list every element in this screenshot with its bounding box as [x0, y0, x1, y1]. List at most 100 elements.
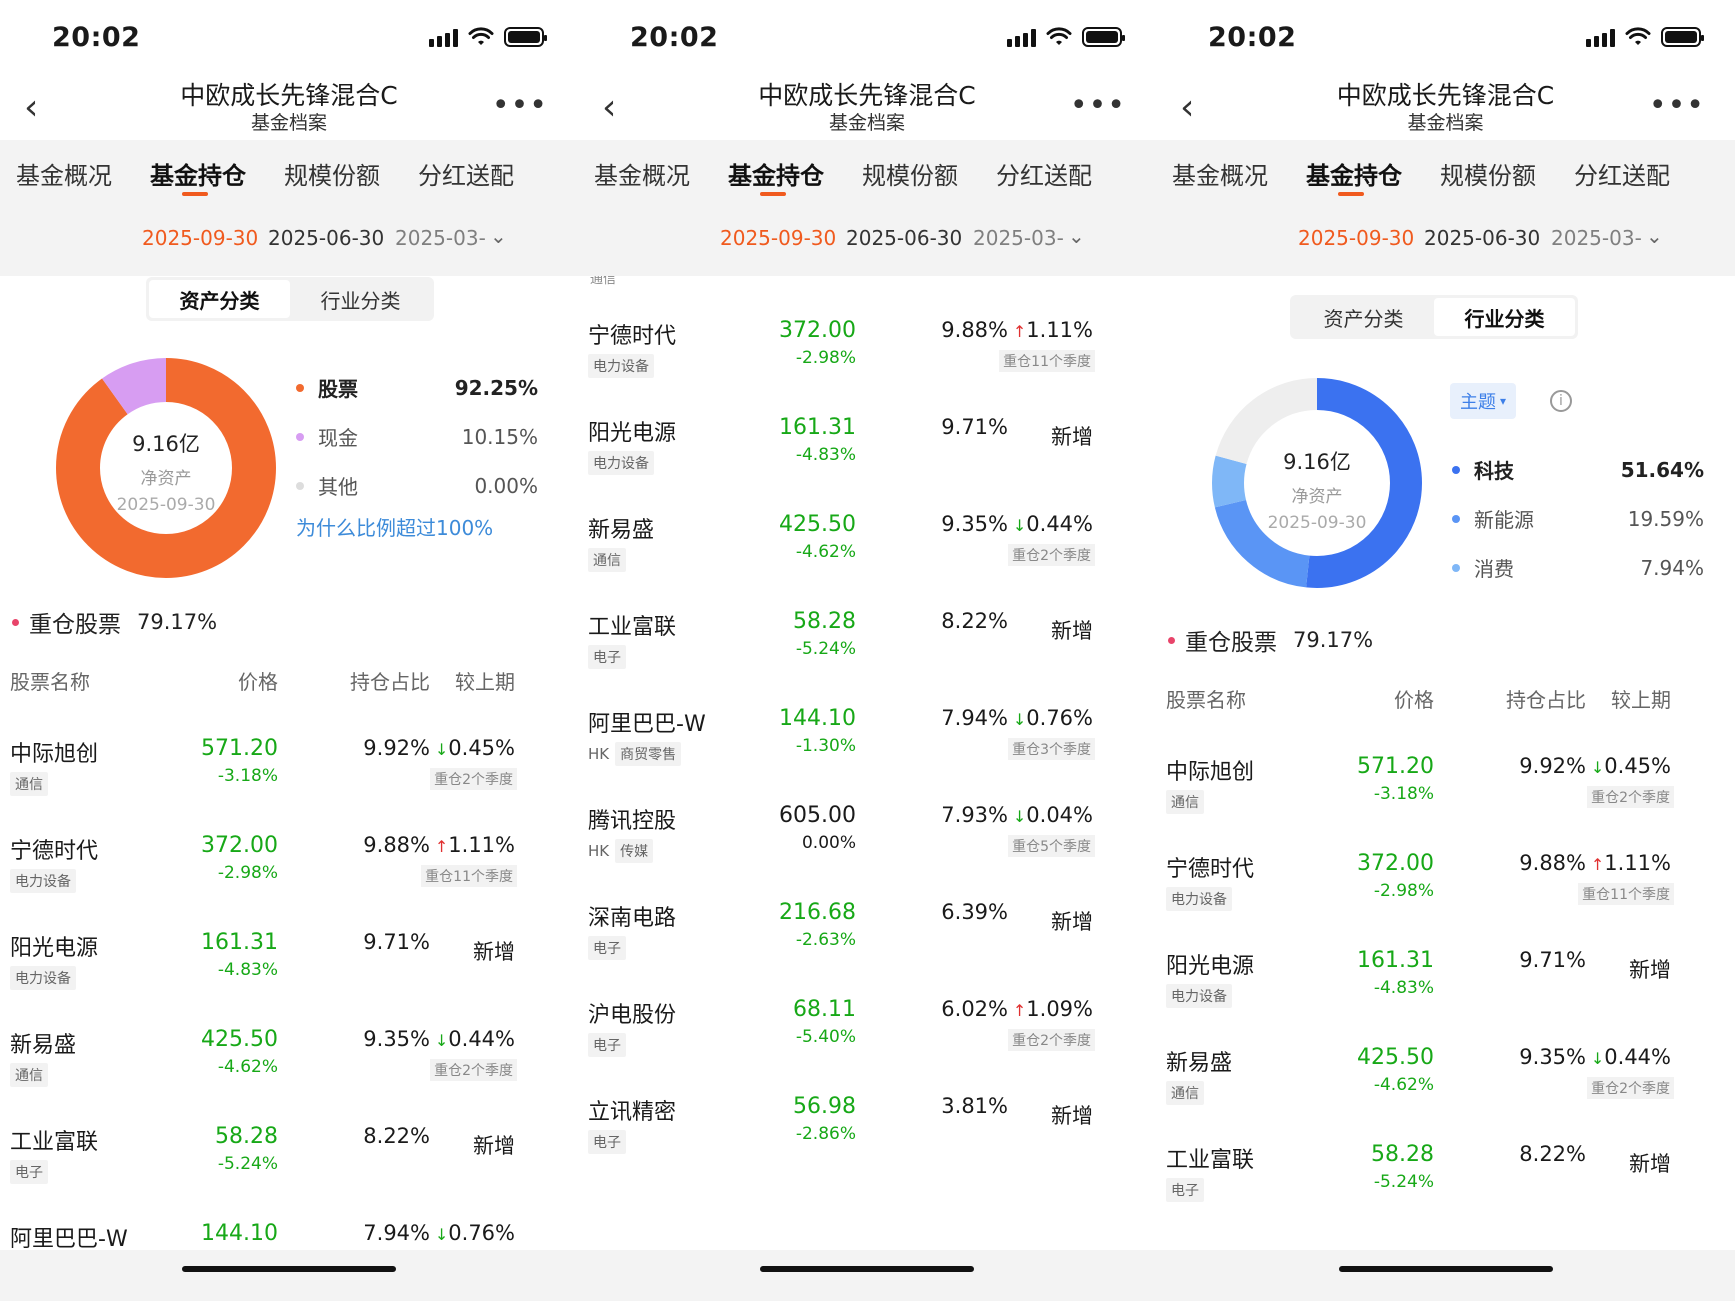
industry-tag: 电子 [1166, 1178, 1204, 1202]
why-over-100-link[interactable]: 为什么比例超过100% [296, 512, 493, 541]
tabs-band: 基金概况 基金持仓 规模份额 分红送配 2025-09-30 2025-06-30 2025… [0, 140, 578, 276]
wifi-icon [468, 27, 494, 47]
date-1[interactable]: 2025-06-30 [846, 226, 962, 250]
holding-change-value: 0.44% [448, 1027, 515, 1051]
arrow-down-icon: ↓ [1012, 516, 1027, 535]
table-row[interactable]: 深南电路 电子 216.68 -2.63% 6.39% 新增 [578, 900, 1156, 988]
table-row[interactable]: 宁德时代 电力设备 372.00 -2.98% 9.88% ↑1.11% 重仓11个季度 [0, 833, 578, 921]
stock-name: 工业富联 [588, 615, 677, 640]
price-change: -2.98% [1373, 881, 1434, 901]
tab-0[interactable]: 基金概况 [16, 156, 112, 191]
table-row[interactable]: 宁德时代 电力设备 372.00 -2.98% 9.88% ↑1.11% 重仓11个季度 [1156, 851, 1735, 939]
table-row[interactable]: 新易盛 通信 425.50 -4.62% 9.35% ↓0.44% 重仓2个季度 [578, 512, 1156, 600]
net-asset-label: 净资产 [1291, 487, 1343, 507]
table-row[interactable]: 立讯精密 电子 56.98 -2.86% 3.81% 新增 [578, 1094, 1156, 1182]
stock-price: 161.31 [201, 930, 278, 955]
segment-0[interactable]: 资产分类 [1293, 298, 1434, 336]
stock-price: 144.10 [779, 706, 856, 731]
tab-2[interactable]: 规模份额 [1440, 156, 1536, 191]
industry-segment-control: 资产分类 行业分类 [1290, 295, 1578, 339]
date-0[interactable]: 2025-09-30 [142, 226, 258, 250]
date-0[interactable]: 2025-09-30 [1298, 226, 1414, 250]
tab-1[interactable]: 基金持仓 [1306, 156, 1402, 191]
chevron-down-icon[interactable]: ⌄ [490, 224, 507, 248]
legend-dot [1452, 563, 1460, 572]
table-row[interactable]: 阿里巴巴-W HK 商贸零售 144.10 -1.30% 7.94% ↓0.76% 重仓3个季… [578, 706, 1156, 794]
tab-0[interactable]: 基金概况 [1172, 156, 1268, 191]
legend-item: 消费 7.94% [1452, 553, 1704, 582]
segment-1[interactable]: 行业分类 [1434, 298, 1575, 336]
date-1[interactable]: 2025-06-30 [268, 226, 384, 250]
table-row[interactable]: 中际旭创 通信 571.20 -3.18% 9.92% ↓0.45% 重仓2个季度 [1156, 754, 1735, 842]
chevron-down-icon[interactable]: ⌄ [1068, 224, 1085, 248]
nav-bar: ‹ 中欧成长先锋混合C 基金档案 ••• [0, 70, 578, 140]
arrow-up-icon: ↑ [434, 837, 449, 856]
holding-change-value: 新增 [1051, 1104, 1093, 1128]
tab-3[interactable]: 分红送配 [996, 156, 1092, 191]
panel-holdings-list: 20:02 ‹ 中欧成长先锋混合C 基金档案 ••• 通信 宁德时代 电力设备 372.00 -2… [578, 0, 1156, 1301]
more-button[interactable]: ••• [1070, 88, 1126, 123]
tab-1[interactable]: 基金持仓 [728, 156, 824, 191]
industry-tag: 电子 [588, 936, 626, 960]
date-selector: 2025-09-30 2025-06-30 2025-03- ⌄ [0, 220, 578, 260]
industry-tag: 电子 [10, 1160, 48, 1184]
table-row[interactable]: 阳光电源 电力设备 161.31 -4.83% 9.71% 新增 [0, 930, 578, 1018]
segment-1[interactable]: 行业分类 [290, 280, 431, 318]
nav-bar: ‹ 中欧成长先锋混合C 基金档案 ••• [578, 70, 1156, 140]
tab-1[interactable]: 基金持仓 [150, 156, 246, 191]
industry-tag: 通信 [588, 548, 626, 572]
date-0[interactable]: 2025-09-30 [720, 226, 836, 250]
tab-3[interactable]: 分红送配 [1574, 156, 1670, 191]
holding-change: 新增 [1551, 1148, 1671, 1178]
table-row[interactable]: 中际旭创 通信 571.20 -3.18% 9.92% ↓0.45% 重仓2个季度 [0, 736, 578, 824]
table-row[interactable]: 腾讯控股 HK 传媒 605.00 0.00% 7.93% ↓0.04% 重仓5个季度 [578, 803, 1156, 891]
legend-name: 股票 [318, 377, 358, 401]
segment-0[interactable]: 资产分类 [149, 280, 290, 318]
table-row[interactable]: 沪电股份 电子 68.11 -5.40% 6.02% ↑1.09% 重仓2个季度 [578, 997, 1156, 1085]
stock-name: 中际旭创 [1166, 760, 1255, 785]
more-button[interactable]: ••• [492, 88, 548, 123]
date-2[interactable]: 2025-03- [973, 226, 1064, 250]
legend-dot [296, 432, 304, 441]
table-row[interactable]: 工业富联 电子 58.28 -5.24% 8.22% 新增 [0, 1124, 578, 1212]
stock-price: 68.11 [793, 997, 856, 1022]
date-2[interactable]: 2025-03- [1551, 226, 1642, 250]
status-time: 20:02 [630, 22, 719, 53]
tab-2[interactable]: 规模份额 [284, 156, 380, 191]
tab-0[interactable]: 基金概况 [594, 156, 690, 191]
stock-tags: 电力设备 [588, 354, 654, 378]
date-1[interactable]: 2025-06-30 [1424, 226, 1540, 250]
tab-3[interactable]: 分红送配 [418, 156, 514, 191]
table-row[interactable]: 工业富联 电子 58.28 -5.24% 8.22% 新增 [578, 609, 1156, 697]
legend-dot [1452, 465, 1460, 474]
date-2[interactable]: 2025-03- [395, 226, 486, 250]
table-row[interactable]: 新易盛 通信 425.50 -4.62% 9.35% ↓0.44% 重仓2个季度 [0, 1027, 578, 1115]
table-row[interactable]: 工业富联 电子 58.28 -5.24% 8.22% 新增 [1156, 1142, 1735, 1230]
chevron-down-icon[interactable]: ⌄ [1646, 224, 1663, 248]
industry-tag: 传媒 [615, 839, 654, 863]
quarter-badge: 重仓5个季度 [1008, 835, 1095, 857]
section-dot [1168, 636, 1175, 644]
arrow-down-icon: ↓ [1590, 758, 1605, 777]
table-row[interactable]: 新易盛 通信 425.50 -4.62% 9.35% ↓0.44% 重仓2个季度 [1156, 1045, 1735, 1133]
table-row[interactable]: 阳光电源 电力设备 161.31 -4.83% 9.71% 新增 [1156, 948, 1735, 1036]
table-row[interactable]: 宁德时代 电力设备 372.00 -2.98% 9.88% ↑1.11% 重仓11个季度 [578, 318, 1156, 406]
holding-change-value: 新增 [1051, 910, 1093, 934]
quarter-badge: 重仓2个季度 [430, 1059, 517, 1081]
caret-down-icon: ▾ [1500, 394, 1507, 408]
holding-change-value: 新增 [1629, 1152, 1671, 1176]
tab-2[interactable]: 规模份额 [862, 156, 958, 191]
arrow-down-icon: ↓ [434, 1031, 449, 1050]
holding-change-value: 0.76% [1026, 706, 1093, 730]
quarter-badge: 重仓11个季度 [1578, 883, 1674, 905]
status-time: 20:02 [1208, 22, 1297, 53]
info-icon[interactable]: i [1550, 390, 1572, 412]
theme-label: 主题 [1460, 392, 1496, 413]
table-row[interactable]: 阳光电源 电力设备 161.31 -4.83% 9.71% 新增 [578, 415, 1156, 503]
home-indicator [1338, 1266, 1553, 1272]
price-change: 0.00% [801, 833, 856, 853]
theme-dropdown[interactable]: 主题 ▾ [1450, 383, 1517, 419]
legend-item: 其他 0.00% [296, 471, 538, 500]
more-button[interactable]: ••• [1649, 88, 1705, 123]
market-label: HK [588, 745, 610, 763]
